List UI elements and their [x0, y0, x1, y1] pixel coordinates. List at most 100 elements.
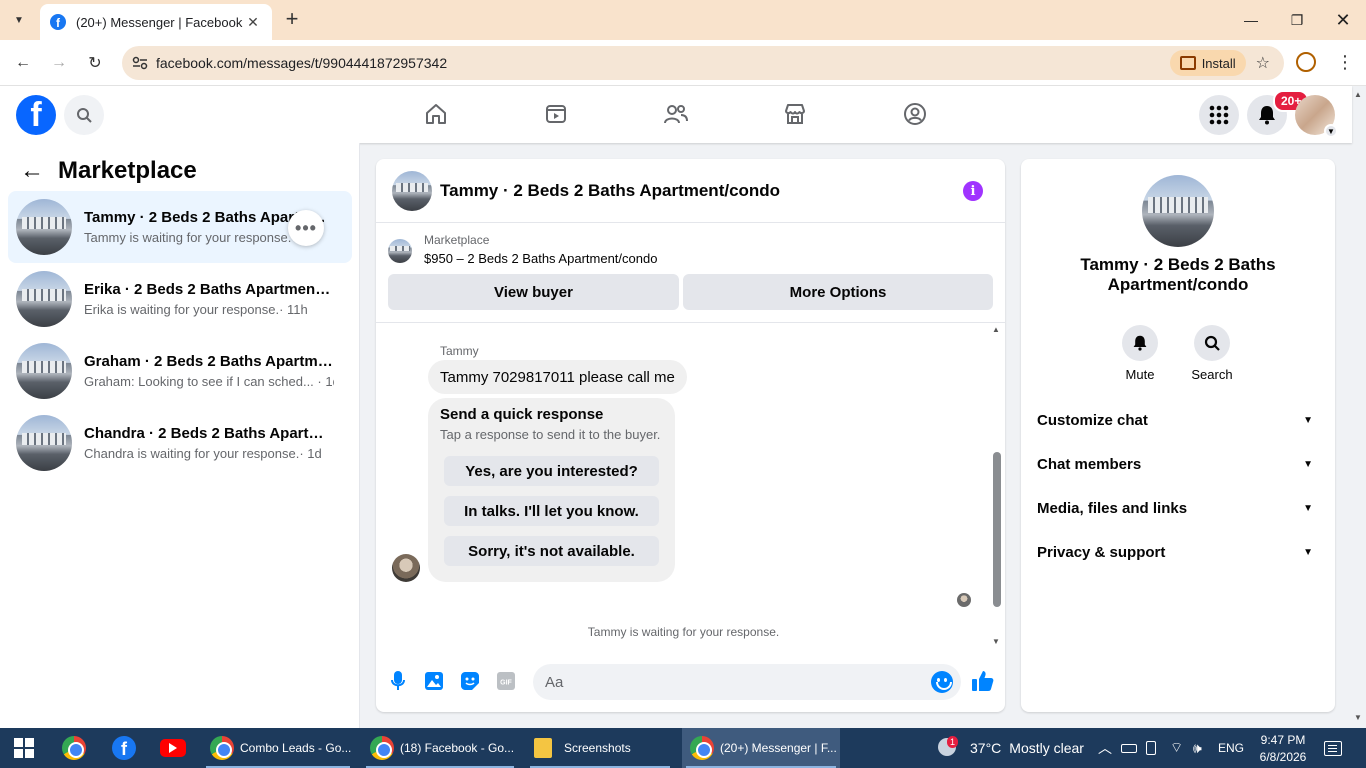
home-icon[interactable]: [422, 100, 450, 128]
scroll-up-arrow[interactable]: ▲: [991, 326, 1001, 334]
chat-title[interactable]: Tammy · 2 Beds 2 Baths Apartment/condo: [440, 181, 780, 201]
bell-icon: [1133, 335, 1147, 351]
sticker-icon[interactable]: [459, 670, 481, 692]
facebook-header: f 20+ ▼: [0, 86, 1352, 143]
privacy-support-section[interactable]: Privacy & support ▼: [1037, 530, 1319, 574]
listing-summary[interactable]: Marketplace $950 – 2 Beds 2 Baths Apartm…: [388, 233, 657, 266]
weather-widget[interactable]: 1 37°C Mostly clear: [936, 728, 1084, 768]
address-bar[interactable]: facebook.com/messages/t/9904441872957342…: [122, 46, 1284, 80]
photo-icon[interactable]: [423, 670, 445, 692]
video-icon[interactable]: [542, 100, 570, 128]
taskbar-app-combo-leads[interactable]: Combo Leads - Go...: [202, 728, 354, 768]
clock-date: 6/8/2026: [1259, 749, 1307, 764]
section-label: Customize chat: [1037, 411, 1148, 429]
new-tab-button[interactable]: +: [282, 8, 302, 32]
message-scrollbar[interactable]: [993, 452, 1001, 607]
page-scroll-up-arrow[interactable]: ▲: [1354, 90, 1362, 99]
info-icon[interactable]: i: [963, 181, 983, 201]
quick-response-option[interactable]: Yes, are you interested?: [444, 456, 659, 486]
facebook-taskbar-icon[interactable]: f: [112, 728, 142, 768]
quick-response-option[interactable]: Sorry, it's not available.: [444, 536, 659, 566]
volume-icon[interactable]: 🕪: [1193, 728, 1202, 768]
emoji-icon[interactable]: [931, 671, 953, 693]
browser-menu-icon[interactable]: ⋮: [1336, 52, 1354, 74]
install-icon: [1179, 56, 1196, 70]
install-label: Install: [1201, 55, 1236, 71]
listing-thumbnail[interactable]: [392, 170, 432, 211]
view-buyer-button[interactable]: View buyer: [388, 274, 679, 310]
tab-list-button[interactable]: ▼: [6, 8, 32, 32]
conversation-item-graham[interactable]: Graham · 2 Beds 2 Baths Apartme... Graha…: [8, 335, 352, 407]
clock[interactable]: 9:47 PM 6/8/2026: [1258, 728, 1308, 768]
show-hidden-icons-chevron[interactable]: ︿: [1098, 728, 1112, 768]
chat-info-panel: Tammy · 2 Beds 2 Baths Apartment/condo M…: [1021, 159, 1335, 712]
scroll-down-arrow[interactable]: ▼: [991, 638, 1001, 646]
device-icon[interactable]: [1146, 728, 1156, 768]
taskbar-app-label: (18) Facebook - Go...: [400, 741, 515, 755]
chrome-icon: [370, 736, 394, 760]
taskbar-app-screenshots[interactable]: Screenshots: [526, 728, 674, 768]
reload-button[interactable]: ↻: [83, 51, 107, 75]
install-app-button[interactable]: Install: [1169, 50, 1246, 76]
chat-members-section[interactable]: Chat members ▼: [1037, 442, 1319, 486]
menu-grid-button[interactable]: [1199, 95, 1239, 135]
conversation-more-options-button[interactable]: •••: [288, 210, 324, 246]
section-label: Media, files and links: [1037, 499, 1188, 517]
bookmark-star-icon[interactable]: ☆: [1256, 53, 1270, 73]
back-arrow-icon[interactable]: ←: [20, 157, 44, 185]
windows-taskbar: f Combo Leads - Go... (18) Facebook - Go…: [0, 728, 1366, 768]
back-button[interactable]: ←: [11, 51, 35, 75]
notification-center-icon[interactable]: [1324, 728, 1342, 768]
clock-time: 9:47 PM: [1260, 732, 1306, 747]
friends-icon[interactable]: [662, 100, 690, 128]
taskbar-app-messenger[interactable]: (20+) Messenger | F...: [682, 728, 840, 768]
media-files-links-section[interactable]: Media, files and links ▼: [1037, 486, 1319, 530]
tab-title: (20+) Messenger | Facebook: [76, 14, 243, 30]
seen-indicator-avatar: [957, 593, 971, 607]
customize-chat-section[interactable]: Customize chat ▼: [1037, 398, 1319, 442]
search-icon: [1204, 335, 1220, 351]
quick-response-option[interactable]: In talks. I'll let you know.: [444, 496, 659, 526]
restore-button[interactable]: ❐: [1274, 0, 1320, 40]
svg-text:GIF: GIF: [500, 680, 512, 687]
site-info-icon[interactable]: [124, 56, 156, 70]
microphone-icon[interactable]: [387, 670, 409, 692]
chrome-taskbar-icon[interactable]: [62, 728, 92, 768]
tab-close-icon[interactable]: ✕: [244, 14, 262, 31]
marketplace-icon[interactable]: [781, 100, 809, 128]
listing-thumbnail[interactable]: [1142, 175, 1214, 247]
message-bubble[interactable]: Tammy 7029817011 please call me: [428, 360, 687, 394]
taskbar-app-facebook[interactable]: (18) Facebook - Go...: [362, 728, 518, 768]
gaming-icon[interactable]: [901, 100, 929, 128]
language-indicator[interactable]: ENG: [1218, 728, 1244, 768]
like-thumb-icon[interactable]: [972, 670, 994, 692]
battery-icon[interactable]: [1121, 728, 1137, 768]
mute-button[interactable]: Mute: [1110, 325, 1170, 382]
browser-profile-icon[interactable]: [1296, 52, 1316, 72]
page-scroll-down-arrow[interactable]: ▼: [1354, 713, 1362, 722]
start-button[interactable]: [14, 728, 34, 768]
windows-logo-icon: [14, 738, 34, 758]
conversation-time: · 1d: [317, 374, 334, 389]
conversation-item-erika[interactable]: Erika · 2 Beds 2 Baths Apartment/c... Er…: [8, 263, 352, 335]
account-avatar[interactable]: ▼: [1295, 95, 1338, 138]
close-window-button[interactable]: ✕: [1320, 0, 1366, 40]
message-input[interactable]: Aa: [533, 664, 961, 700]
minimize-button[interactable]: —: [1228, 0, 1274, 40]
browser-tab-active[interactable]: f (20+) Messenger | Facebook ✕: [40, 4, 272, 40]
more-options-button[interactable]: More Options: [683, 274, 993, 310]
listing-thumbnail: [16, 343, 72, 399]
sender-avatar[interactable]: [392, 554, 420, 582]
conversation-item-chandra[interactable]: Chandra · 2 Beds 2 Baths Apartme... Chan…: [8, 407, 352, 479]
youtube-taskbar-icon[interactable]: [160, 728, 186, 768]
gif-icon[interactable]: GIF: [495, 670, 517, 692]
facebook-logo-icon[interactable]: f: [16, 95, 56, 135]
mute-label: Mute: [1125, 367, 1155, 382]
search-button[interactable]: [64, 95, 104, 135]
forward-button[interactable]: →: [47, 51, 71, 75]
search-in-chat-button[interactable]: Search: [1182, 325, 1242, 382]
listing-thumbnail: [388, 239, 412, 263]
conversation-name: Erika · 2 Beds 2 Baths Apartment/c...: [84, 281, 334, 298]
wifi-icon[interactable]: ⌔: [1170, 728, 1183, 768]
conversation-name: Graham · 2 Beds 2 Baths Apartme...: [84, 353, 334, 370]
